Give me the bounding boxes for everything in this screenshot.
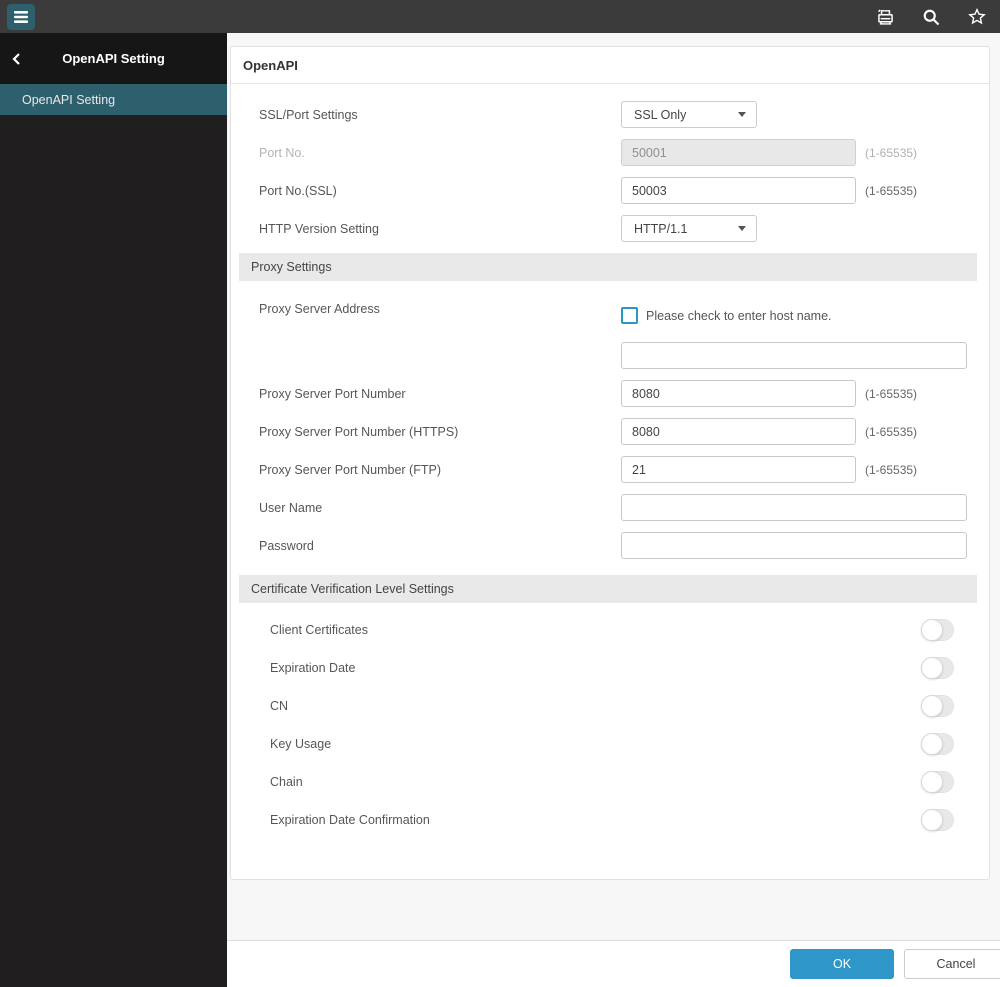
- toggle-knob: [921, 657, 943, 679]
- ssl-port-settings-select[interactable]: SSL Only: [621, 101, 757, 128]
- user-name-row: User Name: [231, 494, 989, 521]
- cn-row: CN: [231, 687, 989, 725]
- toggle-knob: [921, 695, 943, 717]
- proxy-server-address-row: Proxy Server Address Please check to ent…: [231, 300, 989, 369]
- proxy-port-range-hint: (1-65535): [865, 386, 918, 401]
- toggle-knob: [921, 771, 943, 793]
- sidebar-item-openapi-setting[interactable]: OpenAPI Setting: [0, 84, 227, 115]
- hostname-checkbox-label: Please check to enter host name.: [646, 308, 832, 323]
- proxy-port-ftp-row: Proxy Server Port Number (FTP) (1-65535): [231, 456, 989, 483]
- http-version-label: HTTP Version Setting: [259, 221, 379, 236]
- proxy-port-ftp-range-hint: (1-65535): [865, 462, 918, 477]
- key-usage-label: Key Usage: [270, 737, 332, 751]
- favorites-star-icon[interactable]: [966, 6, 988, 28]
- hostname-checkbox[interactable]: [621, 307, 638, 324]
- device-status-icon[interactable]: [874, 6, 896, 28]
- chain-toggle[interactable]: [921, 771, 954, 793]
- search-icon[interactable]: [920, 6, 942, 28]
- key-usage-toggle[interactable]: [921, 733, 954, 755]
- certificate-verification-section-header: Certificate Verification Level Settings: [239, 575, 977, 603]
- chevron-down-icon: [738, 112, 746, 117]
- password-row: Password: [231, 532, 989, 559]
- proxy-port-https-row: Proxy Server Port Number (HTTPS) (1-6553…: [231, 418, 989, 445]
- proxy-server-address-label: Proxy Server Address: [259, 302, 380, 316]
- chevron-left-icon: [12, 52, 21, 65]
- proxy-port-ftp-label: Proxy Server Port Number (FTP): [259, 462, 441, 477]
- proxy-port-https-range-hint: (1-65535): [865, 424, 918, 439]
- main-content: OpenAPI SSL/Port Settings SSL Only Port …: [227, 33, 1000, 987]
- key-usage-row: Key Usage: [231, 725, 989, 763]
- sidebar-header: OpenAPI Setting: [0, 33, 227, 84]
- cn-toggle[interactable]: [921, 695, 954, 717]
- panel-title: OpenAPI: [231, 47, 989, 84]
- expiration-date-toggle[interactable]: [921, 657, 954, 679]
- select-value: HTTP/1.1: [634, 221, 688, 236]
- chain-label: Chain: [270, 775, 303, 789]
- proxy-port-https-input[interactable]: [621, 418, 856, 445]
- proxy-port-input[interactable]: [621, 380, 856, 407]
- toggle-knob: [921, 619, 943, 641]
- chevron-down-icon: [738, 226, 746, 231]
- port-no-ssl-range-hint: (1-65535): [865, 183, 918, 198]
- chain-row: Chain: [231, 763, 989, 801]
- cn-label: CN: [270, 699, 289, 713]
- port-no-ssl-row: Port No.(SSL) (1-65535): [231, 177, 989, 204]
- proxy-port-ftp-input[interactable]: [621, 456, 856, 483]
- port-no-range-hint: (1-65535): [865, 145, 918, 160]
- proxy-port-https-label: Proxy Server Port Number (HTTPS): [259, 424, 459, 439]
- http-version-row: HTTP Version Setting HTTP/1.1: [231, 215, 989, 242]
- toggle-knob: [921, 733, 943, 755]
- topbar-actions: [874, 6, 988, 28]
- sidebar-title: OpenAPI Setting: [62, 51, 165, 66]
- password-input[interactable]: [621, 532, 967, 559]
- expiration-date-label: Expiration Date: [270, 661, 356, 675]
- port-no-label: Port No.: [259, 145, 305, 160]
- password-label: Password: [259, 538, 314, 553]
- client-certificates-toggle[interactable]: [921, 619, 954, 641]
- http-version-select[interactable]: HTTP/1.1: [621, 215, 757, 242]
- select-value: SSL Only: [634, 107, 687, 122]
- proxy-port-label: Proxy Server Port Number: [259, 386, 406, 401]
- client-certificates-row: Client Certificates: [231, 611, 989, 649]
- ssl-port-settings-label: SSL/Port Settings: [259, 107, 358, 122]
- back-button[interactable]: [12, 33, 21, 84]
- sidebar: OpenAPI Setting OpenAPI Setting: [0, 33, 227, 987]
- expiration-date-confirmation-label: Expiration Date Confirmation: [270, 813, 430, 827]
- toggle-knob: [921, 809, 943, 831]
- port-no-ssl-label: Port No.(SSL): [259, 183, 337, 198]
- hamburger-icon: [13, 10, 29, 24]
- proxy-host-input[interactable]: [621, 342, 967, 369]
- expiration-date-row: Expiration Date: [231, 649, 989, 687]
- cancel-button[interactable]: Cancel: [904, 949, 1000, 979]
- menu-button[interactable]: [7, 3, 35, 30]
- settings-panel: OpenAPI SSL/Port Settings SSL Only Port …: [230, 46, 990, 880]
- user-name-input[interactable]: [621, 494, 967, 521]
- proxy-port-row: Proxy Server Port Number (1-65535): [231, 380, 989, 407]
- settings-form: SSL/Port Settings SSL Only Port No. (1-6…: [231, 84, 989, 839]
- topbar: [0, 0, 1000, 33]
- hostname-checkbox-row: Please check to enter host name.: [621, 307, 967, 324]
- port-no-input: [621, 139, 856, 166]
- ok-button[interactable]: OK: [790, 949, 894, 979]
- client-certificates-label: Client Certificates: [270, 623, 368, 637]
- sidebar-item-label: OpenAPI Setting: [22, 92, 116, 107]
- proxy-settings-section-header: Proxy Settings: [239, 253, 977, 281]
- footer-actions: OK Cancel: [227, 940, 1000, 987]
- port-no-ssl-input[interactable]: [621, 177, 856, 204]
- ssl-port-settings-row: SSL/Port Settings SSL Only: [231, 101, 989, 128]
- expiration-date-confirmation-row: Expiration Date Confirmation: [231, 801, 989, 839]
- port-no-row: Port No. (1-65535): [231, 139, 989, 166]
- expiration-date-confirmation-toggle[interactable]: [921, 809, 954, 831]
- user-name-label: User Name: [259, 500, 323, 515]
